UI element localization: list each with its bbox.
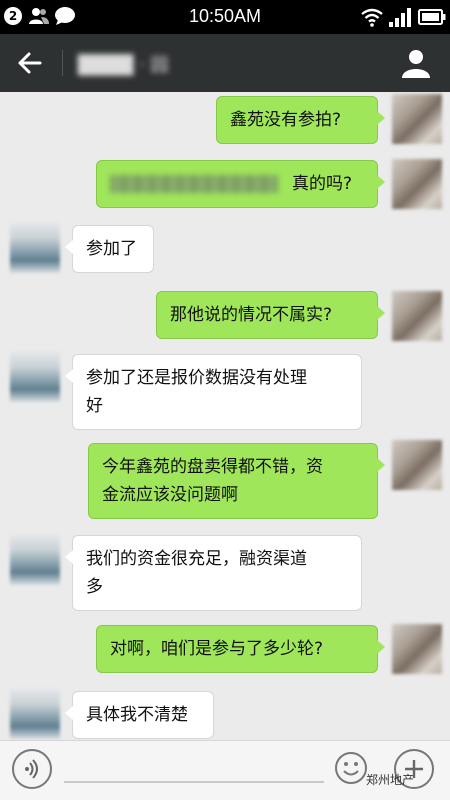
message-text: 对啊，咱们是参与了多少轮? xyxy=(110,639,324,659)
avatar[interactable] xyxy=(10,535,60,585)
chat-title: ████ ‧ 园 xyxy=(78,55,169,76)
avatar[interactable] xyxy=(392,624,442,674)
avatar[interactable] xyxy=(10,352,60,402)
redacted-text xyxy=(110,175,278,193)
message-bubble[interactable]: 鑫苑没有参拍? xyxy=(216,96,385,144)
message-bubble[interactable]: 今年鑫苑的盘卖得都不错，资 金流应该没问题啊 xyxy=(88,443,385,519)
message-text: 鑫苑没有参拍? xyxy=(230,110,342,130)
avatar[interactable] xyxy=(392,291,442,341)
status-bar: 2 10:50AM xyxy=(0,0,450,34)
signal-icon xyxy=(389,8,411,27)
message-bubble[interactable]: 对啊，咱们是参与了多少轮? xyxy=(96,625,385,673)
message-text-line: 好 xyxy=(86,396,103,416)
message-text-line: 多 xyxy=(86,577,103,597)
profile-icon[interactable] xyxy=(396,46,436,80)
message-text: 参加了 xyxy=(86,239,137,259)
emoji-icon[interactable] xyxy=(334,751,368,785)
wifi-icon xyxy=(361,8,383,27)
message-bubble[interactable]: 具体我不清楚 xyxy=(65,691,214,739)
message-bubble[interactable]: 我们的资金很充足，融资渠道 多 xyxy=(65,535,362,611)
message-text-line: 我们的资金很充足，融资渠道 xyxy=(86,549,307,569)
header-divider xyxy=(62,50,63,76)
message-text: 具体我不清楚 xyxy=(86,705,188,725)
avatar[interactable] xyxy=(392,440,442,490)
avatar[interactable] xyxy=(392,159,442,209)
message-text: 真的吗? xyxy=(292,174,353,194)
message-text-line: 参加了还是报价数据没有处理 xyxy=(86,368,307,388)
message-text-line: 金流应该没问题啊 xyxy=(102,485,238,505)
message-text-line: 今年鑫苑的盘卖得都不错，资 xyxy=(102,457,323,477)
battery-icon xyxy=(418,9,446,25)
message-text: 那他说的情况不属实? xyxy=(170,305,333,325)
message-bubble[interactable]: 参加了 xyxy=(65,225,154,273)
watermark: 郑州地产 xyxy=(366,773,415,787)
message-bubble[interactable]: 参加了还是报价数据没有处理 好 xyxy=(65,354,362,430)
chat-header: ████ ‧ 园 xyxy=(0,34,450,92)
message-bubble[interactable]: 真的吗? xyxy=(96,160,385,208)
message-input[interactable] xyxy=(64,781,324,783)
input-bar xyxy=(0,740,450,800)
avatar[interactable] xyxy=(10,689,60,739)
message-bubble[interactable]: 那他说的情况不属实? xyxy=(156,291,385,339)
avatar[interactable] xyxy=(392,94,442,144)
voice-icon[interactable] xyxy=(12,749,52,789)
chat-area[interactable]: 鑫苑没有参拍? 真的吗? 参加了 那他说的情况不属实? 参加了还是报价数据没有处… xyxy=(0,92,450,740)
back-arrow-icon[interactable] xyxy=(12,46,48,80)
avatar[interactable] xyxy=(10,223,60,273)
